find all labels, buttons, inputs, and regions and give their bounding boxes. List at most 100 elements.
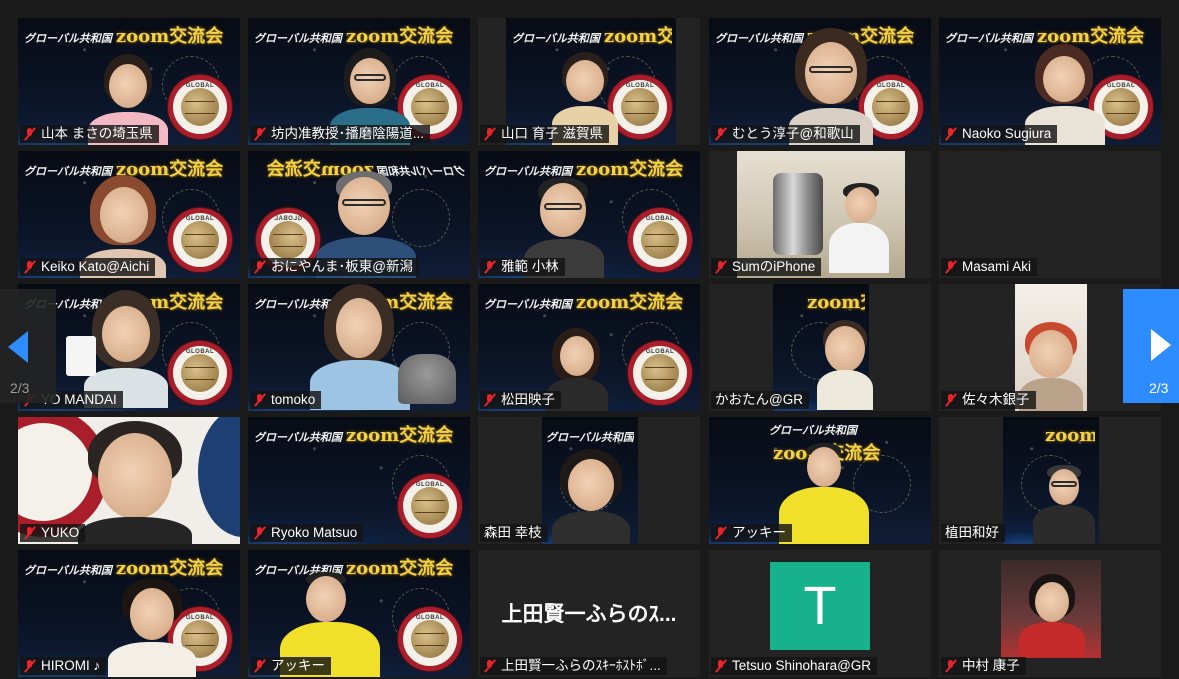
logo-text: GLOBAL bbox=[273, 216, 303, 222]
participant-tile[interactable]: グローバル共和国 zoom交流会 GLOBAL 坊内准教授･播磨陰陽道... bbox=[248, 18, 470, 145]
participant-tile[interactable]: YUKO bbox=[18, 417, 240, 544]
participant-name-label: SumのiPhone bbox=[711, 258, 822, 276]
participant-tile[interactable]: グローバル共和国 zoom交流会 GLOBAL Keiko Kato@Aichi bbox=[18, 151, 240, 278]
global-logo: GLOBAL bbox=[168, 208, 232, 272]
banner-small-title: グローバル共和国 bbox=[24, 565, 112, 577]
participant-name: 上田賢一ふらのｽｷｰﾎｽﾄﾎﾞ... bbox=[501, 658, 661, 673]
muted-mic-icon bbox=[945, 260, 956, 274]
logo-text: GLOBAL bbox=[625, 83, 655, 89]
page-indicator: 2/3 bbox=[1149, 380, 1169, 396]
participant-name-label: Tetsuo Shinohara@GR bbox=[711, 657, 878, 675]
muted-mic-icon bbox=[254, 526, 265, 540]
banner-big-title: zoom交流会 bbox=[1036, 26, 1145, 47]
participant-name: かおたん@GR bbox=[715, 392, 803, 407]
banner-small-title: グローバル共和国 bbox=[24, 33, 112, 45]
background-banner: グローバル共和国zoom交流会 bbox=[484, 155, 696, 181]
participant-tile[interactable]: グローバル共和国 zoom交流会 GLOBAL HIROMI ♪ bbox=[18, 550, 240, 677]
banner-big-title: zoom交流会 bbox=[115, 26, 224, 47]
participant-tile[interactable]: グローバル共和国 zoom交流会 tomoko bbox=[248, 284, 470, 411]
participant-tile[interactable]: グローバル共和国 zoom交流会 GLOBAL 雅範 小林 bbox=[478, 151, 700, 278]
banner-big-title: zoom交流会 bbox=[807, 292, 865, 313]
banner-small-title: グローバル共和国 bbox=[769, 425, 857, 437]
banner-small-title: グローバル共和国 bbox=[512, 33, 600, 45]
page-indicator: 2/3 bbox=[10, 380, 30, 396]
participant-name-label: 坊内准教授･播磨陰陽道... bbox=[250, 125, 431, 143]
participant-name: Ryoko Matsuo bbox=[271, 525, 358, 540]
participant-name-label: Keiko Kato@Aichi bbox=[20, 258, 156, 276]
participant-name: 山口 育子 滋賀県 bbox=[501, 126, 604, 141]
logo-text: GLOBAL bbox=[185, 83, 215, 89]
participant-name: アッキー bbox=[732, 525, 786, 540]
participant-tile[interactable]: Masami Aki bbox=[939, 151, 1161, 278]
participant-tile[interactable]: グローバル共和国zoom交流会 GLOBAL おにやんま･板東@新潟 bbox=[248, 151, 470, 278]
chevron-left-icon bbox=[8, 331, 28, 363]
muted-mic-icon bbox=[945, 393, 956, 407]
participant-tile[interactable]: グローバル共和国 zoom交流会 GLOBAL 山本 まさの埼玉県 bbox=[18, 18, 240, 145]
participant-tile[interactable]: zoom交流会 かおたん@GR bbox=[709, 284, 931, 411]
participant-name-label: 植田和好 bbox=[941, 524, 1005, 542]
banner-big-title: zoom交流会 bbox=[345, 558, 454, 579]
banner-small-title: グローバル共和国 bbox=[484, 299, 572, 311]
zoom-gallery-view: グローバル共和国 zoom交流会 GLOBAL 山本 まさの埼玉県 グローバル共和… bbox=[0, 0, 1179, 679]
global-logo: GLOBAL bbox=[398, 474, 462, 538]
banner-small-title: グローバル共和国 bbox=[715, 33, 803, 45]
muted-mic-icon bbox=[24, 127, 35, 141]
banner-small-title: グローバル共和国 bbox=[24, 166, 112, 178]
white-cup bbox=[66, 336, 96, 376]
participant-name: 植田和好 bbox=[945, 525, 999, 540]
next-page-button[interactable]: 2/3 bbox=[1123, 289, 1179, 403]
banner-big-title: zoom交流会 bbox=[575, 159, 684, 180]
participant-name-label: Naoko Sugiura bbox=[941, 125, 1058, 143]
banner-big-title: zoom交流会 bbox=[575, 292, 684, 313]
banner-small-title: グローバル共和国 bbox=[945, 33, 1033, 45]
participant-tile[interactable]: グローバル共和国 zoom交流会 GLOBAL アッキー bbox=[248, 550, 470, 677]
muted-mic-icon bbox=[945, 127, 956, 141]
participant-tile[interactable]: zoom交流会 植田和好 bbox=[939, 417, 1161, 544]
muted-mic-icon bbox=[24, 659, 35, 673]
participant-name-label: アッキー bbox=[711, 524, 792, 542]
background-banner: グローバル共和国zoom交流会 bbox=[254, 554, 466, 580]
participant-tile[interactable]: グローバル共和国 zoom交流会 GLOBAL むとう淳子@和歌山 bbox=[709, 18, 931, 145]
participant-tile[interactable]: T Tetsuo Shinohara@GR bbox=[709, 550, 931, 677]
participant-name: 雅範 小林 bbox=[501, 259, 559, 274]
background-banner: グローバル共和国zoom交流会 bbox=[24, 22, 236, 48]
video-off-display-name: 上田賢一ふらのｽ... bbox=[501, 603, 677, 626]
participant-tile[interactable]: グローバル共和国zoom交流会 GLOBAL 山口 育子 滋賀県 bbox=[478, 18, 700, 145]
participant-name-label: おにやんま･板東@新潟 bbox=[250, 258, 419, 276]
global-logo: GLOBAL bbox=[398, 607, 462, 671]
participant-tile[interactable]: グローバル共和国zoom交流会 アッキー bbox=[709, 417, 931, 544]
participant-name-label: むとう淳子@和歌山 bbox=[711, 125, 860, 143]
participant-name: 松田映子 bbox=[501, 392, 555, 407]
background-banner: グローバル共和国zoom交流会 bbox=[769, 421, 927, 465]
participant-name-label: 上田賢一ふらのｽｷｰﾎｽﾄﾎﾞ... bbox=[480, 657, 667, 675]
participant-tile[interactable]: 中村 康子 bbox=[939, 550, 1161, 677]
participant-tile[interactable]: 上田賢一ふらのｽ... 上田賢一ふらのｽｷｰﾎｽﾄﾎﾞ... bbox=[478, 550, 700, 677]
participant-tile[interactable]: グローバル共和国 zoom交流会 GLOBAL Ryoko Matsuo bbox=[248, 417, 470, 544]
participant-tile[interactable]: SumのiPhone bbox=[709, 151, 931, 278]
background-banner: グローバル共和国zoom交流会 bbox=[945, 22, 1157, 48]
banner-small-title: グローバル共和国 bbox=[254, 432, 342, 444]
muted-mic-icon bbox=[484, 659, 495, 673]
participant-name: Keiko Kato@Aichi bbox=[41, 259, 150, 274]
logo-text: GLOBAL bbox=[185, 349, 215, 355]
participant-name-label: Masami Aki bbox=[941, 258, 1038, 276]
participant-name: 佐々木銀子 bbox=[962, 392, 1030, 407]
participant-tile[interactable]: グローバル共和国 zoom交流会 GLOBAL Naoko Sugiura bbox=[939, 18, 1161, 145]
previous-page-button[interactable]: 2/3 bbox=[0, 289, 56, 403]
muted-mic-icon bbox=[24, 526, 35, 540]
muted-mic-icon bbox=[715, 260, 726, 274]
logo-text: GLOBAL bbox=[645, 216, 675, 222]
background-banner: グローバル共和国zoom交流会 bbox=[254, 421, 466, 447]
participant-name-label: 佐々木銀子 bbox=[941, 391, 1036, 409]
participant-tile[interactable]: グローバル共和国zoom交流会 森田 幸枝 bbox=[478, 417, 700, 544]
logo-text: GLOBAL bbox=[185, 216, 215, 222]
muted-mic-icon bbox=[945, 659, 956, 673]
banner-small-title: グローバル共和国 bbox=[378, 166, 466, 178]
banner-small-title: グローバル共和国 bbox=[546, 432, 634, 444]
banner-big-title: zoom交流会 bbox=[345, 26, 454, 47]
logo-text: GLOBAL bbox=[415, 482, 445, 488]
participant-tile[interactable]: グローバル共和国 zoom交流会 GLOBAL 松田映子 bbox=[478, 284, 700, 411]
participant-name-label: 中村 康子 bbox=[941, 657, 1026, 675]
background-banner: グローバル共和国zoom交流会 bbox=[24, 554, 236, 580]
muted-mic-icon bbox=[254, 127, 265, 141]
